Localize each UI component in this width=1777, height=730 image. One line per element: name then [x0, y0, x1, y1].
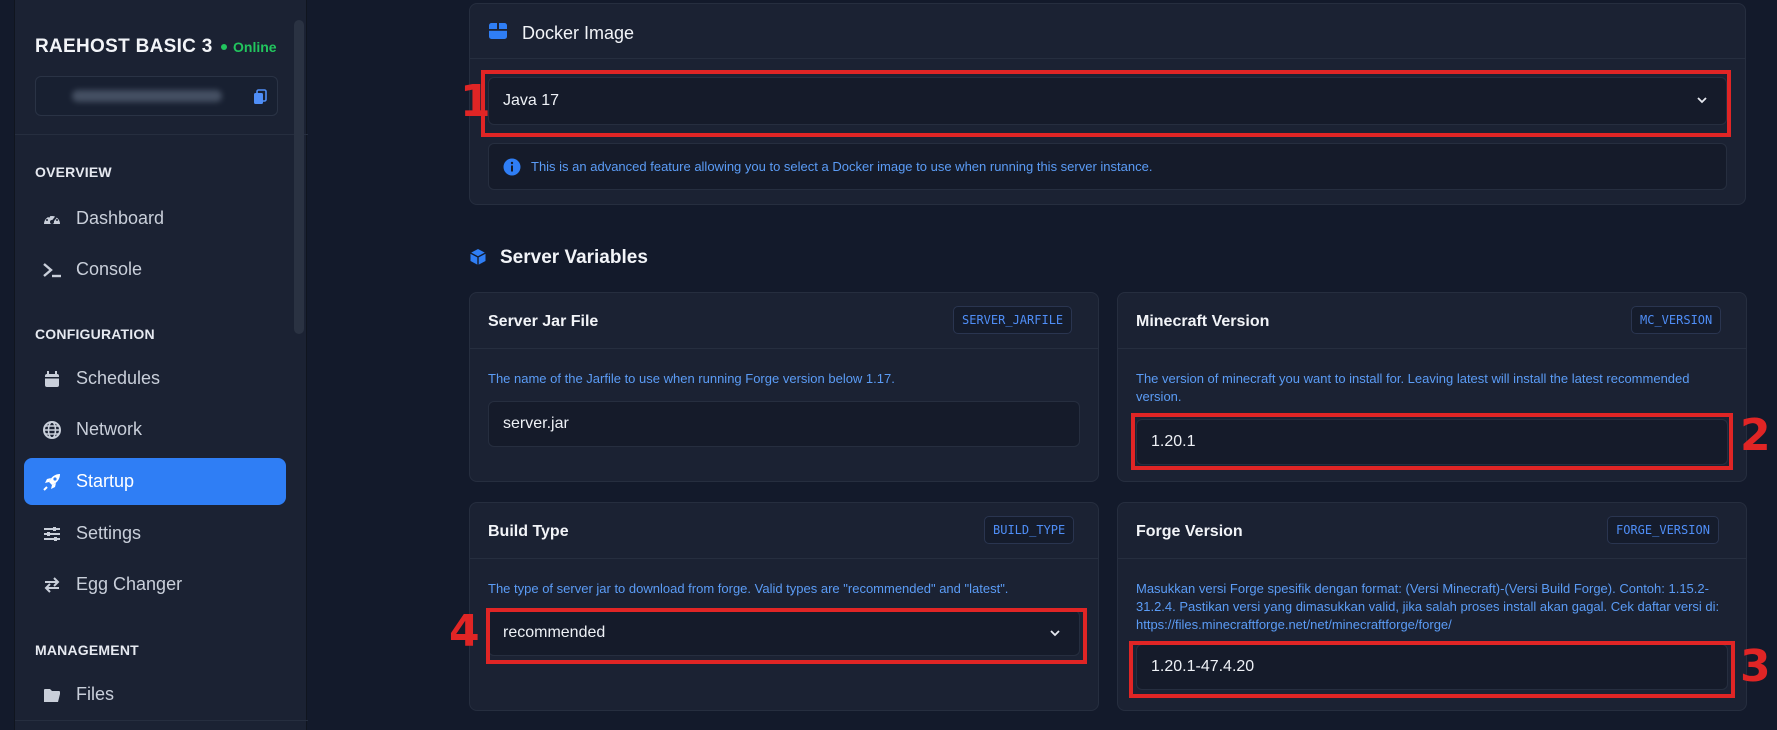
var-description: The version of minecraft you want to ins…	[1136, 371, 1690, 404]
sidebar-item-settings[interactable]: Settings	[24, 510, 286, 557]
sidebar-item-network[interactable]: Network	[24, 406, 286, 453]
card-header: Docker Image	[470, 4, 1745, 59]
sidebar-item-label: Startup	[76, 471, 135, 491]
annotation-label-2: 2	[1740, 410, 1771, 461]
sidebar-item-dashboard[interactable]: Dashboard	[24, 195, 286, 242]
var-description: The type of server jar to download from …	[488, 581, 1009, 596]
folder-icon	[44, 688, 60, 702]
sidebar-item-label: Egg Changer	[76, 574, 183, 594]
section-configuration: CONFIGURATION	[35, 326, 155, 342]
input-value: server.jar	[503, 415, 569, 432]
var-tag: MC_VERSION	[1631, 306, 1722, 334]
sidebar-scrollbar[interactable]	[294, 20, 304, 334]
var-description: The name of the Jarfile to use when runn…	[488, 371, 895, 386]
globe-icon	[43, 420, 61, 439]
info-icon	[503, 158, 521, 175]
sidebar-item-label: Dashboard	[76, 208, 165, 228]
annotation-box-3	[1129, 641, 1735, 698]
swap-icon	[44, 576, 60, 593]
cube-icon	[470, 249, 486, 265]
sidebar-item-files[interactable]: Files	[24, 671, 286, 718]
status-badge: Online	[221, 39, 277, 55]
gauge-icon	[44, 215, 60, 224]
var-card-build-type: Build Type BUILD_TYPE The type of server…	[469, 502, 1099, 711]
section-management: MANAGEMENT	[35, 642, 139, 658]
sidebar-item-label: Schedules	[76, 368, 161, 388]
sidebar-item-label: Console	[76, 259, 143, 279]
server-variables-title: Server Variables	[500, 247, 648, 268]
annotation-box-4	[486, 608, 1087, 664]
sidebar-item-egg-changer[interactable]: Egg Changer	[24, 561, 286, 608]
annotation-box-1	[481, 70, 1731, 137]
annotation-label-3: 3	[1740, 641, 1771, 692]
annotation-label-4: 4	[449, 606, 480, 657]
rocket-icon	[43, 473, 60, 491]
var-tag: SERVER_JARFILE	[953, 306, 1073, 334]
var-tag: FORGE_VERSION	[1607, 516, 1719, 544]
server-address-redacted	[72, 90, 222, 102]
sidebar: RAEHOST BASIC 3 Online OVERVIEW Dashboar…	[14, 0, 308, 730]
section-overview: OVERVIEW	[35, 164, 112, 180]
var-card-server-jarfile: Server Jar File SERVER_JARFILE The name …	[469, 292, 1099, 482]
sidebar-item-console[interactable]: Console	[24, 246, 286, 293]
docker-info-box: This is an advanced feature allowing you…	[488, 143, 1727, 190]
calendar-icon	[45, 370, 59, 387]
annotation-label-1: 1	[460, 76, 491, 127]
status-dot-icon	[221, 44, 227, 50]
var-title: Build Type	[488, 523, 569, 540]
sidebar-item-schedules[interactable]: Schedules	[24, 355, 286, 402]
annotation-box-2	[1131, 413, 1733, 470]
terminal-icon	[43, 262, 61, 277]
var-tag: BUILD_TYPE	[984, 516, 1075, 544]
sidebar-divider	[15, 134, 308, 135]
docker-info-text: This is an advanced feature allowing you…	[531, 159, 1153, 174]
status-label: Online	[233, 39, 277, 55]
var-description: Masukkan versi Forge spesifik dengan for…	[1136, 581, 1720, 632]
server-name: RAEHOST BASIC 3	[35, 36, 213, 57]
docker-image-title: Docker Image	[522, 23, 635, 43]
sidebar-divider	[15, 720, 308, 721]
var-title: Minecraft Version	[1136, 313, 1270, 330]
sidebar-item-label: Network	[76, 419, 143, 439]
var-title: Forge Version	[1136, 523, 1243, 540]
server-address-box[interactable]	[35, 76, 278, 116]
sidebar-item-label: Files	[76, 684, 115, 704]
sidebar-item-label: Settings	[76, 523, 142, 543]
server-jarfile-input[interactable]: server.jar	[488, 401, 1080, 447]
sidebar-item-startup[interactable]: Startup	[24, 458, 286, 505]
var-title: Server Jar File	[488, 313, 599, 330]
box-icon	[489, 23, 507, 39]
copy-icon[interactable]	[253, 89, 267, 105]
sliders-icon	[44, 526, 60, 541]
